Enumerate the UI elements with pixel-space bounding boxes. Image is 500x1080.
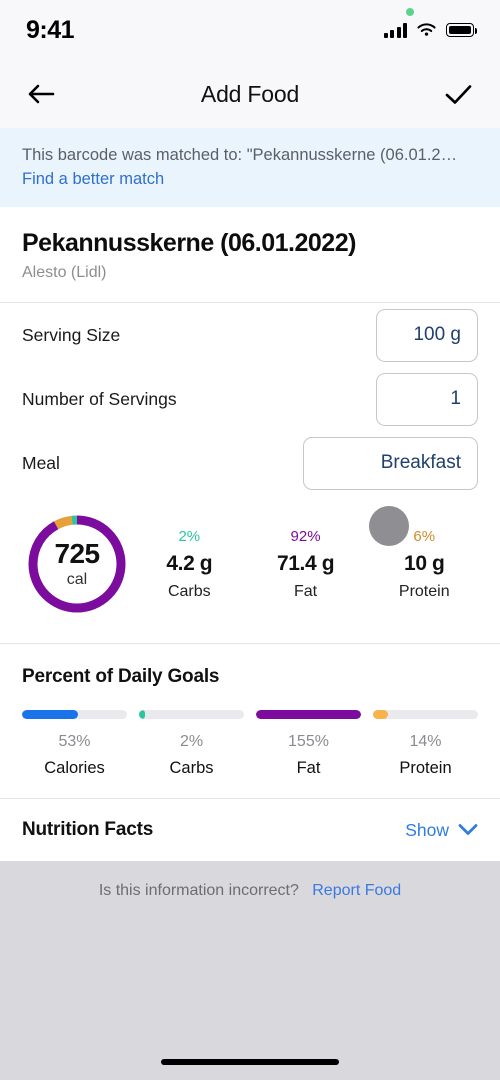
number-of-servings-label: Number of Servings [22, 388, 177, 409]
goal-protein-label: Protein [399, 759, 452, 778]
calorie-value: 725 [54, 537, 101, 569]
moon-icon [80, 21, 99, 40]
macro-protein-label: Protein [398, 582, 450, 600]
nutrition-facts-toggle-label: Show [405, 819, 449, 840]
page-title: Add Food [200, 80, 300, 107]
serving-size-input[interactable]: 100 g [376, 308, 478, 362]
report-footer: Is this information incorrect? Report Fo… [0, 861, 500, 1080]
chevron-down-icon [458, 820, 478, 841]
calorie-unit: cal [66, 570, 88, 588]
macro-protein: 6% 10 g Protein [399, 528, 450, 601]
goal-fat-percent: 155% [288, 733, 329, 751]
meal-label: Meal [22, 452, 60, 473]
goal-protein-track [373, 710, 478, 720]
goal-fat-fill [256, 710, 361, 720]
daily-goals-bars: 53% Calories 2% Carbs 155% Fat 14% Prote… [22, 710, 478, 778]
goal-fat-label: Fat [296, 759, 321, 778]
goal-fat-track [256, 710, 361, 720]
food-brand: Alesto (Lidl) [22, 264, 107, 282]
goal-carbs-percent: 2% [179, 733, 204, 751]
macro-fat-grams: 71.4 g [277, 551, 335, 575]
home-indicator[interactable] [161, 1059, 339, 1065]
battery-full-icon [446, 23, 478, 37]
goal-calories-percent: 53% [58, 733, 91, 751]
macro-breakdown-list: 2% 4.2 g Carbs 92% 71.4 g Fat 6% 10 g Pr… [130, 528, 482, 601]
daily-goals-heading: Percent of Daily Goals [22, 666, 220, 688]
goal-protein-percent: 14% [409, 733, 442, 751]
nutrition-facts-row[interactable]: Nutrition Facts Show [0, 799, 500, 862]
serving-size-row[interactable]: Serving Size 100 g [0, 303, 500, 367]
goal-carbs-label: Carbs [169, 759, 214, 778]
status-bar-left: 9:41 [26, 16, 99, 45]
number-of-servings-row[interactable]: Number of Servings 1 [0, 367, 500, 431]
macro-fat-label: Fat [294, 582, 318, 600]
goal-protein-fill [373, 710, 388, 720]
food-details-card: Pekannusskerne (06.01.2022) Alesto (Lidl… [0, 207, 500, 862]
touch-indicator [369, 506, 409, 547]
food-name: Pekannusskerne (06.01.2022) [22, 229, 356, 258]
status-bar: 9:41 [0, 0, 500, 60]
meal-select[interactable]: Breakfast [303, 436, 478, 490]
barcode-match-message: This barcode was matched to: "Pekannussk… [22, 146, 458, 164]
barcode-match-banner: This barcode was matched to: "Pekannussk… [0, 128, 500, 208]
meal-row[interactable]: Meal Breakfast [0, 431, 500, 495]
macro-fat-percent: 92% [290, 527, 321, 545]
macro-carbs: 2% 4.2 g Carbs [166, 528, 212, 601]
goal-carbs-track [139, 710, 244, 720]
navigation-bar: Add Food [0, 60, 500, 128]
macro-carbs-label: Carbs [167, 582, 211, 600]
food-title-block: Pekannusskerne (06.01.2022) Alesto (Lidl… [0, 207, 500, 304]
find-better-match-link[interactable]: Find a better match [22, 170, 478, 189]
back-button[interactable] [24, 77, 58, 111]
goal-fat: 155% Fat [256, 710, 361, 778]
goal-calories-track [22, 710, 127, 720]
confirm-button[interactable] [442, 77, 476, 111]
goal-carbs-fill [139, 710, 146, 720]
macro-protein-grams: 10 g [404, 551, 445, 575]
cellular-signal-icon [383, 22, 407, 38]
goal-calories-fill [22, 710, 78, 720]
number-of-servings-input[interactable]: 1 [376, 372, 478, 426]
report-question: Is this information incorrect? [98, 882, 299, 900]
goal-calories: 53% Calories [22, 710, 127, 778]
macro-fat: 92% 71.4 g Fat [277, 527, 335, 601]
wifi-icon [416, 22, 437, 38]
report-food-link[interactable]: Report Food [312, 882, 401, 899]
macro-carbs-percent: 2% [178, 527, 201, 545]
goal-protein: 14% Protein [373, 710, 478, 778]
nutrition-facts-title: Nutrition Facts [22, 819, 154, 841]
calorie-ring-center: 725 cal [24, 511, 130, 617]
calorie-ring-chart: 725 cal [24, 511, 130, 617]
app-screen: 9:41 Add Food This barcode was matched t… [0, 0, 500, 1080]
macro-carbs-grams: 4.2 g [166, 551, 213, 575]
serving-size-label: Serving Size [22, 324, 121, 345]
goal-calories-label: Calories [44, 759, 105, 778]
nutrition-facts-toggle[interactable]: Show [405, 820, 478, 841]
macro-summary: 725 cal 2% 4.2 g Carbs 92% 71.4 g Fat 6% [0, 495, 500, 645]
daily-goals-section: Percent of Daily Goals 53% Calories 2% C… [0, 644, 500, 800]
green-recording-dot [405, 8, 414, 16]
status-bar-right [383, 8, 478, 38]
goal-carbs: 2% Carbs [139, 710, 244, 778]
status-time: 9:41 [26, 15, 75, 44]
